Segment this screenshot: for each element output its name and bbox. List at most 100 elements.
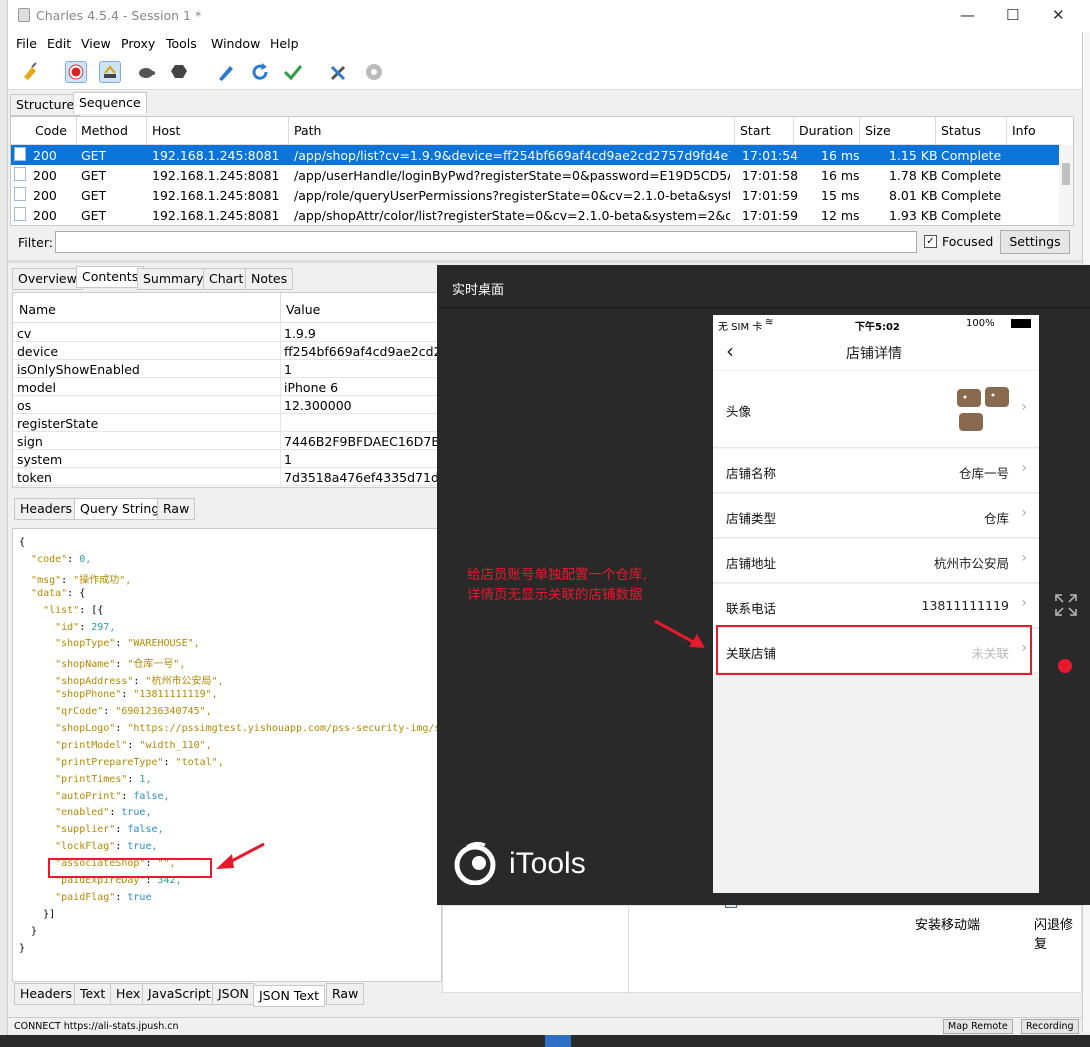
tab-req-headers[interactable]: Headers — [14, 498, 79, 520]
chevron-right-icon: › — [1021, 399, 1027, 415]
back-chevron-icon[interactable]: ‹ — [726, 339, 734, 363]
menu-help[interactable]: Help — [270, 36, 299, 51]
tab-resp-json-text[interactable]: JSON Text — [253, 985, 326, 1007]
tab-notes[interactable]: Notes — [245, 268, 294, 290]
tab-resp-hex[interactable]: Hex — [110, 983, 147, 1005]
menu-file[interactable]: File — [16, 36, 37, 51]
col-code[interactable]: Code — [35, 123, 67, 138]
kv-row[interactable]: sign 7446B2F9BFDAEC16D7B90 — [13, 432, 443, 450]
row-phone[interactable]: 联系电话 13811111119 › — [713, 584, 1039, 628]
table-scrollbar[interactable] — [1059, 145, 1073, 225]
filter-input[interactable] — [55, 231, 917, 253]
broom-icon[interactable] — [20, 61, 42, 83]
kv-col-value[interactable]: Value — [286, 302, 320, 317]
col-size[interactable]: Size — [865, 123, 891, 138]
chevron-right-icon: › — [1021, 460, 1027, 476]
focused-checkbox[interactable]: ✓ — [924, 235, 937, 248]
phone-nav-title: 店铺详情 — [846, 346, 902, 362]
col-duration[interactable]: Duration — [799, 123, 853, 138]
tools-icon[interactable] — [328, 61, 350, 83]
tab-resp-headers[interactable]: Headers — [14, 983, 79, 1005]
col-status[interactable]: Status — [941, 123, 981, 138]
menu-proxy[interactable]: Proxy — [121, 36, 155, 51]
turtle-icon[interactable] — [135, 61, 157, 83]
json-line: "qrCode": "6901236340745", — [55, 706, 212, 717]
phone-time: 下午5:02 — [855, 322, 900, 333]
kv-row[interactable]: model iPhone 6 — [13, 378, 443, 396]
stop-icon[interactable] — [168, 61, 190, 83]
menu-view[interactable]: View — [81, 36, 111, 51]
fullscreen-icon[interactable] — [1054, 593, 1078, 617]
crash-fix-text: 闪退修复 — [1034, 918, 1074, 952]
tab-resp-raw[interactable]: Raw — [326, 983, 365, 1005]
col-path[interactable]: Path — [294, 123, 321, 138]
row-shop-name[interactable]: 店铺名称 仓库一号 › — [713, 449, 1039, 493]
kv-name: device — [17, 344, 59, 359]
tab-sequence[interactable]: Sequence — [73, 92, 147, 114]
recording-button[interactable]: Recording — [1021, 1019, 1079, 1034]
tab-resp-json[interactable]: JSON — [212, 983, 255, 1005]
tab-summary[interactable]: Summary — [137, 268, 210, 290]
menu-tools[interactable]: Tools — [166, 36, 197, 51]
kv-value: ff254bf669af4cd9ae2cd275 — [284, 344, 439, 359]
settings-button[interactable]: Settings — [1000, 230, 1070, 254]
json-line: "printPrepareType": "total", — [55, 756, 224, 768]
menu-window[interactable]: Window — [211, 36, 260, 51]
refresh-icon[interactable] — [249, 61, 271, 83]
kv-row[interactable]: token 7d3518a476ef4335d71d95 — [13, 468, 443, 486]
tab-contents[interactable]: Contents — [76, 266, 145, 288]
record-dot-icon[interactable] — [1058, 659, 1072, 673]
cell-status: Complete — [941, 168, 1002, 183]
record-icon[interactable] — [65, 61, 87, 83]
row-label: 店铺名称 — [726, 466, 777, 481]
pen-icon[interactable] — [214, 61, 236, 83]
table-row[interactable]: 200 GET 192.168.1.245:8081 /app/shop/lis… — [11, 145, 1061, 165]
col-start[interactable]: Start — [740, 123, 771, 138]
menu-edit[interactable]: Edit — [47, 36, 71, 51]
tab-structure[interactable]: Structure — [10, 94, 81, 116]
tab-overview[interactable]: Overview — [12, 268, 83, 290]
kv-row[interactable]: system 1 — [13, 450, 443, 468]
col-method[interactable]: Method — [81, 123, 128, 138]
maximize-button[interactable]: ☐ — [1006, 6, 1019, 24]
kv-row[interactable]: isOnlyShowEnabled 1 — [13, 360, 443, 378]
kv-row[interactable]: registerState — [13, 414, 443, 432]
cell-size: 1.15 KB — [889, 148, 938, 163]
kv-row[interactable]: device ff254bf669af4cd9ae2cd275 — [13, 342, 443, 360]
table-row[interactable]: 200 GET 192.168.1.245:8081 /app/shopAttr… — [11, 205, 1061, 225]
row-shop-address[interactable]: 店铺地址 杭州市公安局 › — [713, 539, 1039, 583]
map-remote-button[interactable]: Map Remote — [943, 1019, 1013, 1034]
col-host[interactable]: Host — [152, 123, 180, 138]
kv-row[interactable]: cv 1.9.9 — [13, 324, 443, 342]
tab-resp-text[interactable]: Text — [74, 983, 112, 1005]
json-line: "shopPhone": "13811111119", — [55, 689, 218, 701]
tab-req-raw[interactable]: Raw — [157, 498, 196, 520]
col-info[interactable]: Info — [1012, 123, 1036, 138]
table-row[interactable]: 200 GET 192.168.1.245:8081 /app/role/que… — [11, 185, 1061, 205]
cell-host: 192.168.1.245:8081 — [152, 168, 280, 183]
cell-host: 192.168.1.245:8081 — [152, 208, 280, 223]
cell-path: /app/userHandle/loginByPwd?registerState… — [294, 168, 730, 183]
tab-req-query-string[interactable]: Query String — [74, 498, 166, 520]
minimize-button[interactable]: — — [960, 6, 975, 24]
close-button[interactable]: ✕ — [1052, 6, 1065, 24]
tab-resp-javascript[interactable]: JavaScript — [142, 983, 217, 1005]
kv-value: 1.9.9 — [284, 326, 316, 341]
taskbar-app-icon[interactable] — [545, 1035, 571, 1047]
check-icon[interactable] — [282, 61, 304, 83]
json-line: "id": 297, — [55, 621, 116, 633]
kv-row[interactable]: os 12.300000 — [13, 396, 443, 414]
background-window: 安装移动端 闪退修复 — [442, 896, 1082, 994]
kv-name: cv — [17, 326, 32, 341]
splitter[interactable] — [8, 260, 1082, 263]
cell-method: GET — [81, 208, 107, 223]
row-avatar[interactable]: 头像 › — [713, 371, 1039, 448]
throttle-icon[interactable] — [99, 61, 121, 83]
settings-gear-icon[interactable] — [363, 61, 385, 83]
row-shop-type[interactable]: 店铺类型 仓库 › — [713, 494, 1039, 538]
kv-col-name[interactable]: Name — [19, 302, 56, 317]
filter-label: Filter: — [18, 235, 53, 250]
table-row[interactable]: 200 GET 192.168.1.245:8081 /app/userHand… — [11, 165, 1061, 185]
json-response-body[interactable]: { "code": 0, "msg": "操作成功", "data": { "l… — [12, 528, 442, 982]
tab-chart[interactable]: Chart — [203, 268, 250, 290]
